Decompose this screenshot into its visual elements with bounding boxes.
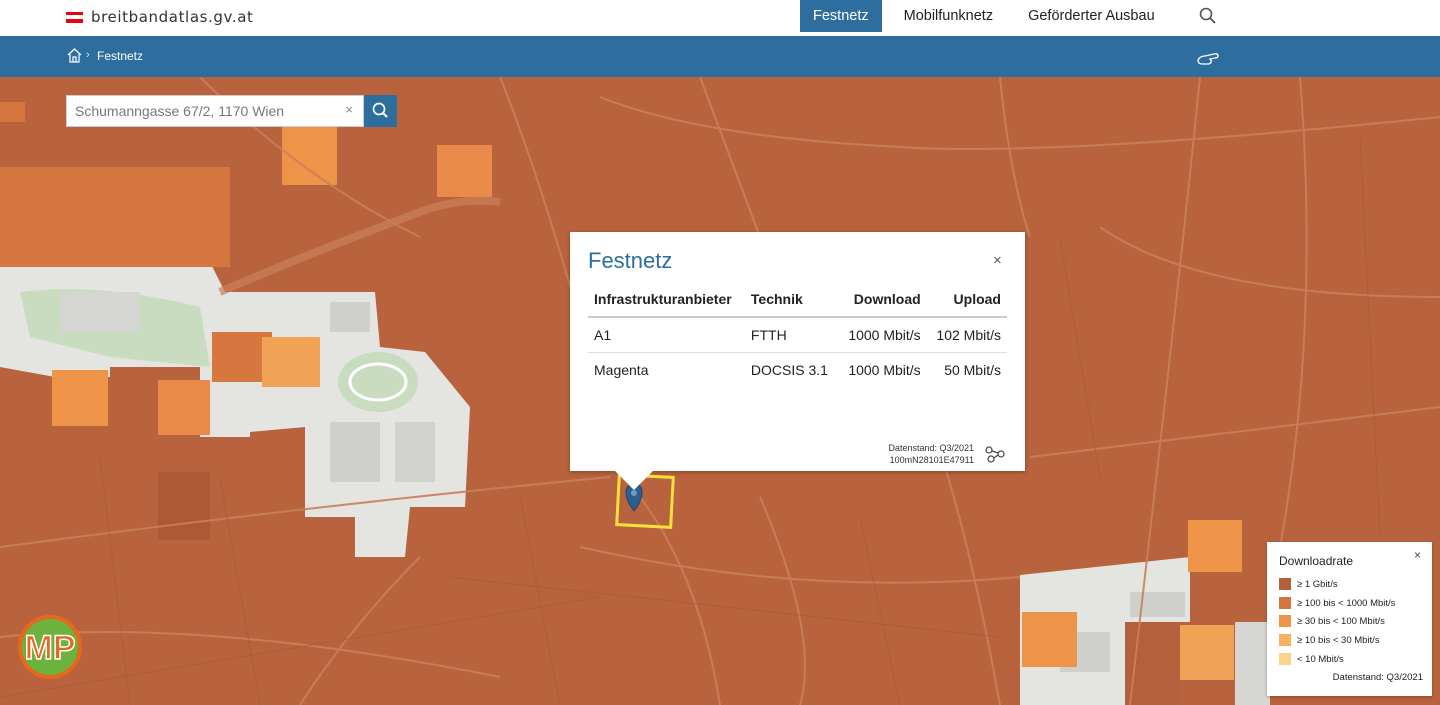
breadcrumb: › Festnetz — [0, 36, 1440, 77]
column-header: Infrastrukturanbieter — [588, 282, 745, 318]
pan-hand-icon[interactable] — [1196, 48, 1220, 66]
mp-logo: MP — [18, 615, 82, 679]
technik-cell: DOCSIS 3.1 — [750, 361, 828, 378]
main-nav: Festnetz Mobilfunknetz Geförderter Ausba… — [800, 0, 1177, 36]
info-popup: Festnetz × Infrastrukturanbieter Technik… — [570, 232, 1025, 471]
legend-item: ≥ 10 bis < 30 Mbit/s — [1279, 634, 1380, 646]
column-header: Upload — [926, 282, 1007, 318]
legend-swatch — [1279, 615, 1291, 627]
legend-close-button[interactable]: × — [1414, 548, 1421, 562]
legend-swatch — [1279, 597, 1291, 609]
download-cell: 1000 Mbit/s — [838, 317, 927, 353]
legend-item: < 10 Mbit/s — [1279, 653, 1344, 665]
search-icon — [372, 102, 388, 118]
nav-gefoerderter-ausbau[interactable]: Geförderter Ausbau — [1015, 0, 1168, 32]
nav-mobilfunknetz[interactable]: Mobilfunknetz — [891, 0, 1006, 32]
legend-swatch — [1279, 634, 1291, 646]
legend-swatch — [1279, 578, 1291, 590]
top-header: breitbandatlas.gv.at Festnetz Mobilfunkn… — [0, 0, 1440, 36]
column-header: Download — [838, 282, 927, 318]
upload-cell: 102 Mbit/s — [926, 317, 1007, 353]
popup-close-button[interactable]: × — [993, 252, 1002, 269]
table-header-row: Infrastrukturanbieter Technik Download U… — [588, 282, 1007, 318]
legend-label: ≥ 1 Gbit/s — [1297, 578, 1338, 590]
upload-cell: 50 Mbit/s — [944, 361, 1001, 378]
address-search: × — [66, 95, 364, 127]
search-input[interactable] — [67, 96, 337, 126]
legend-label: ≥ 30 bis < 100 Mbit/s — [1297, 615, 1385, 627]
austria-flag-icon — [66, 11, 83, 23]
home-icon[interactable] — [66, 47, 83, 64]
legend-label: ≥ 100 bis < 1000 Mbit/s — [1297, 597, 1396, 609]
legend-item: ≥ 1 Gbit/s — [1279, 578, 1338, 590]
popup-title: Festnetz — [588, 248, 673, 273]
legend-item: ≥ 100 bis < 1000 Mbit/s — [1279, 597, 1395, 609]
column-header: Technik — [744, 282, 839, 318]
cell-id-text: 100mN28101E47911 — [889, 455, 974, 465]
breadcrumb-current: Festnetz — [97, 49, 144, 63]
breadcrumb-separator: › — [86, 49, 90, 61]
svg-text:MP: MP — [25, 629, 76, 667]
legend-datenstand: Datenstand: Q3/2021 — [1332, 672, 1423, 683]
legend-panel: Downloadrate × ≥ 1 Gbit/s ≥ 100 bis < 10… — [1267, 542, 1432, 696]
clear-search-button[interactable]: × — [345, 102, 353, 117]
provider-cell: Magenta — [594, 361, 649, 378]
search-icon[interactable] — [1198, 6, 1218, 26]
share-icon[interactable] — [985, 445, 1005, 463]
legend-swatch — [1279, 653, 1291, 665]
search-button[interactable] — [364, 95, 397, 127]
popup-metadata: Datenstand: Q3/2021 100mN28101E47911 — [840, 442, 974, 466]
site-brand[interactable]: breitbandatlas.gv.at — [66, 8, 253, 26]
provider-table: Infrastrukturanbieter Technik Download U… — [588, 282, 1007, 387]
legend-label: < 10 Mbit/s — [1297, 653, 1344, 665]
legend-item: ≥ 30 bis < 100 Mbit/s — [1279, 615, 1385, 627]
table-row: Magenta DOCSIS 3.1 1000 Mbit/s 50 Mbit/s — [588, 352, 1007, 387]
popup-pointer — [614, 470, 654, 490]
nav-festnetz[interactable]: Festnetz — [800, 0, 882, 32]
technik-cell: FTTH — [744, 317, 839, 353]
download-cell: 1000 Mbit/s — [848, 361, 921, 378]
site-name[interactable]: breitbandatlas.gv.at — [91, 8, 253, 26]
legend-label: ≥ 10 bis < 30 Mbit/s — [1297, 634, 1380, 646]
table-row: A1 FTTH 1000 Mbit/s 102 Mbit/s — [588, 317, 1007, 353]
provider-cell: A1 — [588, 317, 745, 353]
legend-title: Downloadrate — [1279, 554, 1354, 568]
datenstand-text: Datenstand: Q3/2021 — [888, 443, 974, 453]
